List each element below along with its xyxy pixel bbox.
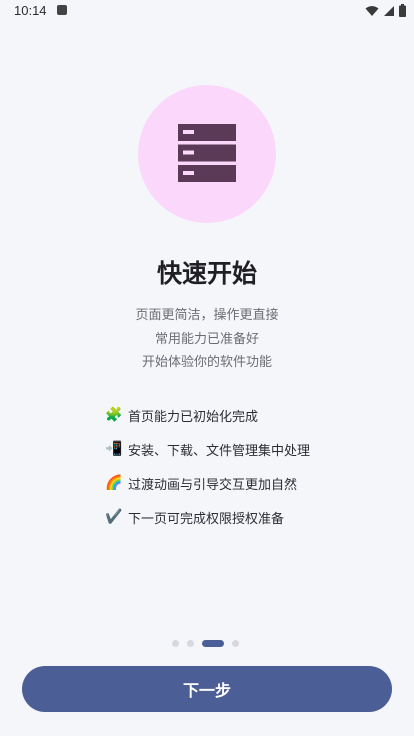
feature-text: 首页能力已初始化完成	[128, 409, 259, 425]
page-dot[interactable]	[232, 640, 239, 647]
feature-item: 📲 安装、下载、文件管理集中处理	[104, 438, 310, 460]
feature-item: ✔️ 下一页可完成权限授权准备	[104, 506, 310, 528]
page-indicator	[172, 640, 239, 647]
page-title: 快速开始	[156, 259, 257, 288]
feature-text: 下一页可完成权限授权准备	[128, 511, 285, 527]
page-dot[interactable]	[187, 640, 194, 647]
feature-item: 🧩 首页能力已初始化完成	[104, 404, 310, 426]
feature-list: 🧩 首页能力已初始化完成 📲 安装、下载、文件管理集中处理 🌈 过渡动画与引导交…	[104, 404, 310, 540]
battery-icon	[399, 4, 406, 17]
status-icons	[365, 4, 406, 17]
signal-icon	[384, 5, 394, 16]
feature-item: 🌈 过渡动画与引导交互更加自然	[104, 472, 310, 494]
feature-text: 安装、下载、文件管理集中处理	[128, 443, 311, 459]
subtitle-line: 常用能力已准备好	[154, 332, 259, 347]
status-time: 10:14	[14, 3, 47, 18]
page-dot-active[interactable]	[202, 640, 224, 647]
check-mark-icon: ✔️	[105, 509, 123, 525]
puzzle-icon: 🧩	[105, 407, 123, 423]
server-icon	[178, 124, 236, 182]
feature-text: 过渡动画与引导交互更加自然	[128, 477, 298, 493]
subtitle-line: 页面更简洁，操作更直接	[135, 308, 279, 323]
notification-app-icon	[57, 5, 67, 15]
wifi-icon	[365, 5, 379, 16]
phone-arrow-icon: 📲	[105, 441, 123, 457]
subtitle-line: 开始体验你的软件功能	[141, 355, 272, 370]
next-button[interactable]: 下一步	[22, 666, 392, 712]
rainbow-icon: 🌈	[105, 475, 123, 491]
status-bar: 10:14	[0, 0, 414, 24]
page-dot[interactable]	[172, 640, 179, 647]
